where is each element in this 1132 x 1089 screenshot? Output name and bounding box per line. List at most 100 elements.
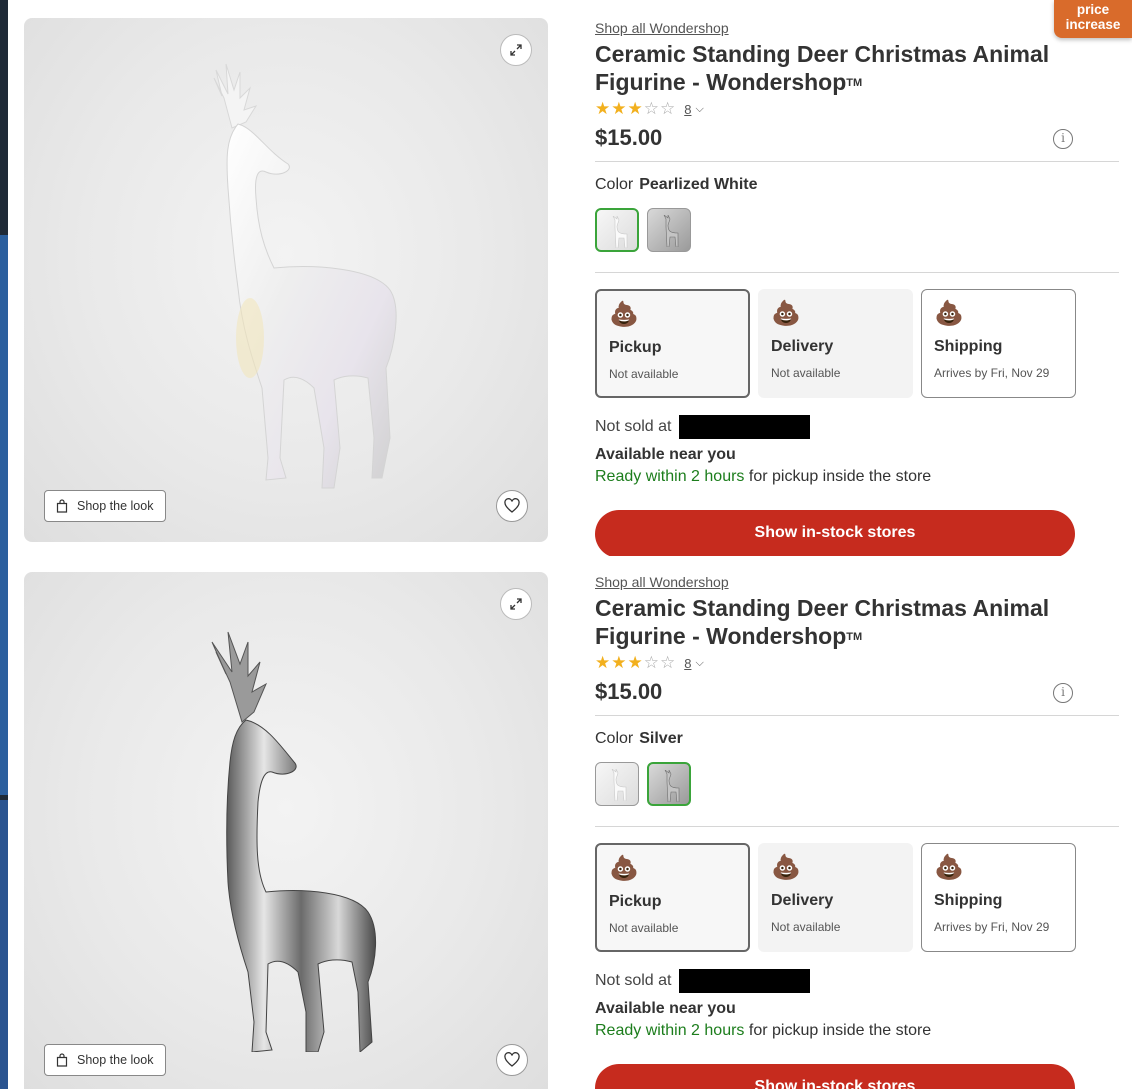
color-label: Color (595, 176, 634, 193)
fulfillment-title: Shipping (934, 892, 1003, 909)
fulfillment-delivery[interactable]: 💩 Delivery Not available (758, 289, 913, 398)
redacted-store-name (679, 415, 811, 439)
fulfillment-status: Arrives by Fri, Nov 29 (934, 366, 1050, 380)
review-count-link[interactable]: 8 (684, 656, 691, 671)
deer-figurine-image (211, 631, 377, 1052)
fulfillment-status: Not available (771, 920, 841, 934)
review-count-link[interactable]: 8 (684, 102, 691, 117)
shopping-bag-icon (56, 499, 68, 513)
divider (595, 161, 1119, 162)
not-sold-label: Not sold at (595, 972, 672, 989)
not-sold-row: Not sold at (595, 415, 1120, 439)
fulfillment-delivery[interactable]: 💩 Delivery Not available (758, 843, 913, 952)
shop-the-look-button[interactable]: Shop the look (44, 490, 167, 522)
product-title-text: Ceramic Standing Deer Christmas Animal F… (595, 41, 1050, 95)
swatch-pearlized-white[interactable] (595, 762, 639, 806)
expand-icon (510, 44, 522, 56)
favorite-button[interactable] (496, 490, 528, 522)
expand-icon (510, 598, 522, 610)
star-rating: ★★★☆☆ (595, 653, 676, 673)
divider (595, 826, 1119, 827)
stars-filled: ★★★ (595, 653, 644, 672)
product-title: Ceramic Standing Deer Christmas Animal F… (595, 40, 1065, 97)
swatch-pearlized-white[interactable] (595, 208, 639, 252)
price-info-icon[interactable]: i (1053, 129, 1073, 149)
trademark-mark: TM (846, 77, 863, 89)
rating-row[interactable]: ★★★☆☆ 8 ⌵ (595, 99, 1120, 119)
product-image[interactable]: Shop the look (24, 18, 548, 542)
expand-image-button[interactable] (500, 588, 532, 620)
deer-thumbnail-icon (612, 216, 628, 248)
fulfillment-options: 💩 Pickup Not available 💩 Delivery Not av… (595, 843, 1120, 952)
price-increase-badge: price increase (1054, 0, 1132, 38)
shop-all-brand-link[interactable]: Shop all Wondershop (595, 18, 729, 38)
product-image[interactable]: Shop the look (24, 572, 548, 1089)
selected-color-value: Silver (639, 730, 683, 747)
fulfillment-title: Pickup (609, 339, 662, 356)
shop-the-look-label: Shop the look (77, 499, 154, 513)
color-label: Color (595, 730, 634, 747)
poop-emoji-icon: 💩 (609, 301, 639, 328)
fulfillment-pickup[interactable]: 💩 Pickup Not available (595, 843, 750, 952)
swatch-silver[interactable] (647, 762, 691, 806)
redacted-store-name (679, 969, 811, 993)
divider (595, 272, 1119, 273)
shop-all-brand-link[interactable]: Shop all Wondershop (595, 572, 729, 592)
price-row: $15.00 i (595, 675, 1120, 715)
fulfillment-status: Not available (609, 921, 679, 935)
rating-row[interactable]: ★★★☆☆ 8 ⌵ (595, 653, 1120, 673)
poop-emoji-icon: 💩 (934, 300, 964, 327)
stars-empty: ☆☆ (643, 653, 677, 672)
expand-image-button[interactable] (500, 34, 532, 66)
fulfillment-title: Delivery (771, 338, 834, 355)
fulfillment-shipping[interactable]: 💩 Shipping Arrives by Fri, Nov 29 (921, 843, 1076, 952)
product-price: $15.00 (595, 679, 663, 704)
swatch-silver[interactable] (647, 208, 691, 252)
star-rating: ★★★☆☆ (595, 99, 676, 119)
fulfillment-title: Shipping (934, 338, 1003, 355)
deer-figurine-image (213, 63, 397, 489)
fulfillment-status: Not available (609, 367, 679, 381)
poop-emoji-icon: 💩 (771, 854, 801, 881)
chevron-down-icon[interactable]: ⌵ (695, 657, 703, 670)
price-info-icon[interactable]: i (1053, 683, 1073, 703)
product-card-pearlized-white: Shop the look Shop all Wondershop Cerami… (0, 0, 1132, 556)
not-sold-label: Not sold at (595, 418, 672, 435)
badge-line-1: price (1076, 2, 1110, 17)
deer-thumbnail-icon (664, 770, 680, 802)
deer-thumbnail-icon (663, 215, 679, 247)
product-details: Shop all Wondershop Ceramic Standing Dee… (595, 572, 1120, 1089)
show-in-stock-stores-button[interactable]: Show in-stock stores (595, 510, 1075, 556)
show-in-stock-stores-button[interactable]: Show in-stock stores (595, 1064, 1075, 1089)
price-row: $15.00 i (595, 121, 1120, 161)
favorite-button[interactable] (496, 1044, 528, 1076)
color-swatches (595, 208, 1120, 252)
stars-filled: ★★★ (595, 99, 644, 118)
ready-rest-text: for pickup inside the store (744, 1022, 932, 1039)
poop-emoji-icon: 💩 (934, 854, 964, 881)
heart-icon (504, 1052, 520, 1067)
product-title: Ceramic Standing Deer Christmas Animal F… (595, 594, 1065, 651)
product-details: Shop all Wondershop Ceramic Standing Dee… (595, 18, 1120, 556)
poop-emoji-icon: 💩 (771, 300, 801, 327)
not-sold-row: Not sold at (595, 969, 1120, 993)
trademark-mark: TM (846, 631, 863, 643)
product-title-text: Ceramic Standing Deer Christmas Animal F… (595, 595, 1050, 649)
fulfillment-title: Pickup (609, 893, 662, 910)
available-near-you-heading: Available near you (595, 446, 736, 463)
stars-empty: ☆☆ (643, 99, 677, 118)
badge-line-2: increase (1065, 17, 1121, 32)
fulfillment-status: Arrives by Fri, Nov 29 (934, 920, 1050, 934)
available-near-you-heading: Available near you (595, 1000, 736, 1017)
color-swatches (595, 762, 1120, 806)
color-label-row: Color Pearlized White (595, 176, 1120, 196)
selected-color-value: Pearlized White (639, 176, 758, 193)
ready-rest-text: for pickup inside the store (744, 468, 932, 485)
shop-the-look-button[interactable]: Shop the look (44, 1044, 167, 1076)
fulfillment-shipping[interactable]: 💩 Shipping Arrives by Fri, Nov 29 (921, 289, 1076, 398)
poop-emoji-icon: 💩 (609, 855, 639, 882)
fulfillment-pickup[interactable]: 💩 Pickup Not available (595, 289, 750, 398)
deer-thumbnail-icon (611, 769, 627, 801)
chevron-down-icon[interactable]: ⌵ (695, 103, 703, 116)
fulfillment-options: 💩 Pickup Not available 💩 Delivery Not av… (595, 289, 1120, 398)
